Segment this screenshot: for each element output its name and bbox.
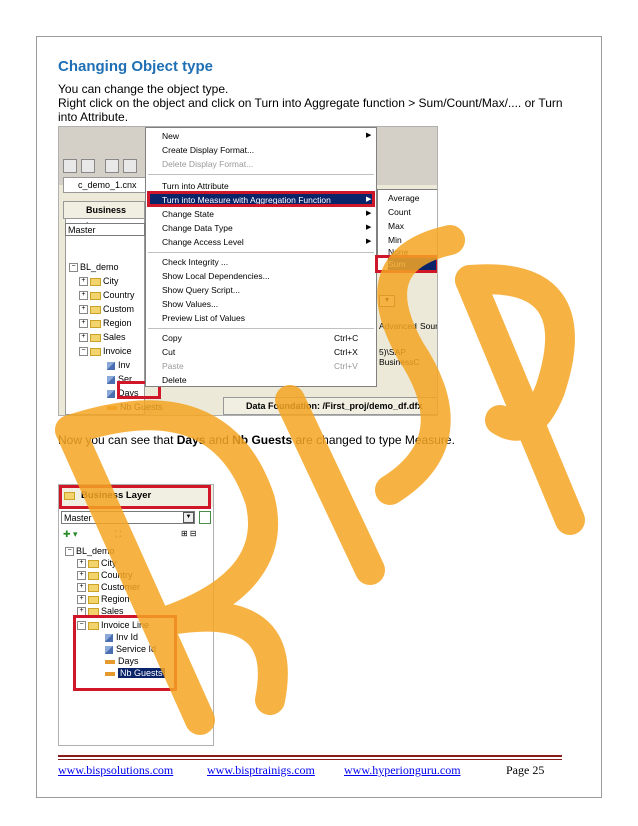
- business-layer-title: Business Lay: [63, 201, 145, 231]
- footer-link-bispsolutions[interactable]: www.bispsolutions.com: [58, 763, 173, 778]
- refresh-icon[interactable]: [199, 511, 211, 524]
- toolbar-icon[interactable]: [105, 159, 119, 173]
- footer-link-hyperionguru[interactable]: www.hyperionguru.com: [344, 763, 461, 778]
- menu-item-paste: Paste: [162, 361, 184, 371]
- highlight-box: [73, 615, 177, 691]
- tree-item-region[interactable]: + Region: [77, 593, 130, 605]
- context-menu-screenshot: c_demo_1.cnx Business Lay Master −BL_dem…: [58, 126, 438, 416]
- toolbar-icon[interactable]: [81, 159, 95, 173]
- tree-item-customer[interactable]: + Custom: [79, 303, 134, 315]
- footer-rule: [58, 755, 562, 757]
- menu-item-show-query-script[interactable]: Show Query Script...: [162, 284, 240, 296]
- tree-root[interactable]: − BL_demo: [69, 261, 119, 273]
- add-icon[interactable]: ✚ ▾: [63, 529, 78, 540]
- advanced-tab[interactable]: Advanced: [379, 321, 417, 331]
- toolbar-icon[interactable]: [63, 159, 77, 173]
- tree-item-inv[interactable]: Inv: [107, 359, 130, 371]
- tree-item-country[interactable]: + Country: [77, 569, 133, 581]
- menu-item-change-access-level[interactable]: Change Access Level: [162, 236, 244, 248]
- path-text: 5)\SAP BusinessC: [379, 347, 420, 367]
- menu-item-cut[interactable]: Cut: [162, 346, 175, 358]
- tree-item-country[interactable]: + Country: [79, 289, 135, 301]
- page-title: Changing Object type: [58, 58, 214, 75]
- master-select[interactable]: Master: [61, 511, 195, 524]
- submenu-arrow-icon: ▶: [366, 132, 372, 139]
- source-tab[interactable]: Sour: [420, 321, 437, 331]
- page-number: Page 25: [506, 763, 545, 777]
- tree-item-invoice[interactable]: − Invoice: [79, 345, 132, 357]
- tree-item-city[interactable]: + City: [79, 275, 119, 287]
- menu-item-show-dependencies[interactable]: Show Local Dependencies...: [162, 270, 270, 282]
- shortcut-copy: Ctrl+C: [334, 333, 359, 343]
- toolbar-icon[interactable]: [123, 159, 137, 173]
- menu-item-create-format[interactable]: Create Display Format...: [162, 144, 254, 156]
- menu-item-change-state[interactable]: Change State: [162, 208, 214, 220]
- data-foundation-title: Data Foundation: /First_proj/demo_df.dfx: [223, 397, 437, 415]
- dropdown-arrow-icon[interactable]: ▼: [183, 512, 194, 523]
- menu-item-new[interactable]: New: [162, 130, 179, 142]
- instruction-text: Right click on the object and click on T…: [58, 96, 563, 124]
- tab-connection[interactable]: c_demo_1.cnx: [63, 177, 147, 193]
- highlight-box: [147, 191, 375, 207]
- shortcut-cut: Ctrl+X: [334, 347, 358, 357]
- intro-text: You can change the object type.: [58, 82, 229, 96]
- binoculars-icon[interactable]: ⛶: [115, 529, 121, 540]
- submenu-item-average[interactable]: Average: [388, 192, 420, 204]
- tree-item-region[interactable]: + Region: [79, 317, 132, 329]
- highlight-box: [59, 485, 211, 509]
- menu-item-check-integrity[interactable]: Check Integrity ...: [162, 256, 228, 268]
- submenu-item-count[interactable]: Count: [388, 206, 411, 218]
- result-caption: Now you can see that Days and Nb Guests …: [58, 433, 455, 447]
- menu-item-preview-lov[interactable]: Preview List of Values: [162, 312, 245, 324]
- tree-item-nb-guests[interactable]: Nb Guests: [107, 401, 163, 413]
- submenu-item-max[interactable]: Max: [388, 220, 404, 232]
- dropdown-arrow-icon[interactable]: ▼: [379, 295, 395, 307]
- highlight-box: [375, 255, 437, 273]
- master-select[interactable]: Master: [65, 223, 145, 236]
- tree-root[interactable]: − BL_demo: [65, 545, 115, 557]
- shortcut-paste: Ctrl+V: [334, 361, 358, 371]
- tree-item-city[interactable]: + City: [77, 557, 117, 569]
- submenu-arrow-icon: ▶: [366, 210, 372, 217]
- menu-item-copy[interactable]: Copy: [162, 332, 182, 344]
- business-layer-screenshot: Business Layer Master ▼ ✚ ▾ ⛶ ⊞ ⊟ − BL_de…: [58, 484, 214, 746]
- footer-rule: [58, 759, 562, 760]
- tree-item-customer[interactable]: + Customer: [77, 581, 140, 593]
- context-menu: New ▶ Create Display Format... Delete Di…: [145, 127, 377, 387]
- footer-link-bisptrainigs[interactable]: www.bisptrainigs.com: [207, 763, 315, 778]
- submenu-item-min[interactable]: Min: [388, 234, 402, 246]
- menu-item-delete[interactable]: Delete: [162, 374, 187, 386]
- submenu-arrow-icon: ▶: [366, 238, 372, 245]
- tree-item-sales[interactable]: + Sales: [79, 331, 126, 343]
- menu-item-delete-format: Delete Display Format...: [162, 159, 254, 169]
- menu-item-change-data-type[interactable]: Change Data Type: [162, 222, 233, 234]
- submenu-arrow-icon: ▶: [366, 224, 372, 231]
- menu-item-show-values[interactable]: Show Values...: [162, 298, 218, 310]
- expand-collapse-icon[interactable]: ⊞ ⊟: [181, 529, 197, 538]
